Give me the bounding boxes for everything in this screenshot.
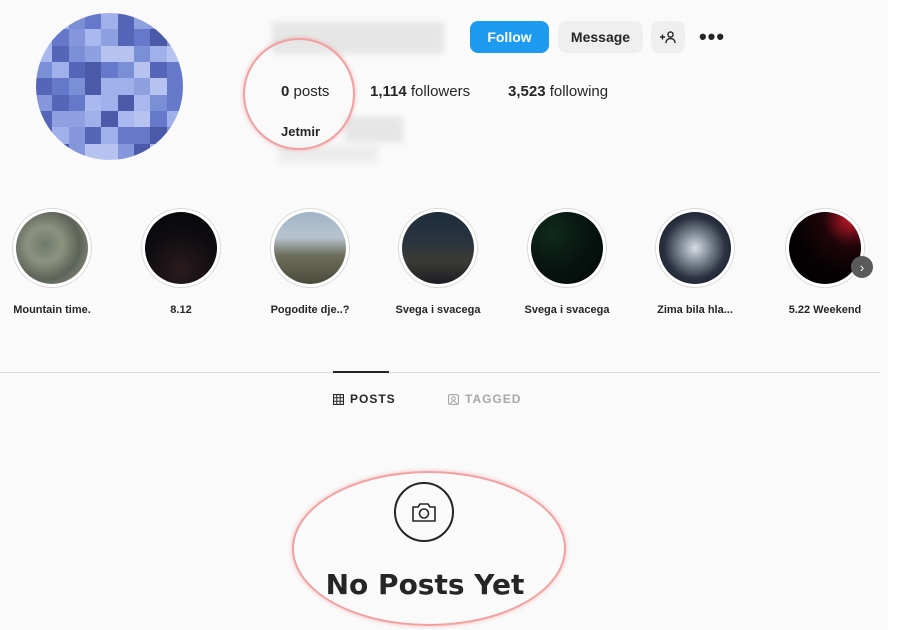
annotation-circle-posts: [243, 38, 355, 150]
follow-button[interactable]: Follow: [470, 21, 549, 53]
highlight-ring: [270, 208, 350, 288]
highlight-item[interactable]: 5.22 Weekend: [785, 208, 865, 316]
highlight-ring: [12, 208, 92, 288]
profile-avatar[interactable]: [36, 13, 183, 160]
add-user-icon: [660, 31, 676, 44]
highlight-item[interactable]: Mountain time.: [12, 208, 92, 316]
message-button[interactable]: Message: [558, 21, 643, 53]
tab-active-indicator: [333, 371, 389, 373]
followers-count-label: followers: [410, 83, 471, 100]
highlight-item[interactable]: Svega i svacega: [524, 208, 610, 316]
camera-icon: [412, 503, 436, 522]
page-edge: [888, 0, 900, 630]
highlights-next-button[interactable]: ›: [851, 256, 873, 278]
tagged-icon: [448, 393, 459, 405]
empty-state-title: No Posts Yet: [325, 568, 525, 601]
highlight-ring: [527, 208, 607, 288]
highlight-cover: [402, 212, 474, 284]
highlight-label: 5.22 Weekend: [788, 304, 862, 316]
tab-tagged-label: TAGGED: [465, 392, 522, 406]
following-count-label: following: [549, 83, 609, 100]
tab-posts[interactable]: POSTS: [333, 392, 396, 406]
followers-count[interactable]: 1,114 followers: [370, 83, 470, 100]
highlight-cover: [145, 212, 217, 284]
highlight-cover: [16, 212, 88, 284]
bio-blurred: [345, 117, 403, 143]
grid-icon: [333, 393, 344, 405]
add-user-button[interactable]: [651, 21, 685, 53]
highlight-label: Mountain time.: [13, 304, 91, 316]
highlight-label: Zima bila hla...: [657, 304, 733, 316]
highlight-cover: [659, 212, 731, 284]
followers-count-value: 1,114: [370, 83, 407, 100]
highlight-item[interactable]: Zima bila hla...: [655, 208, 735, 316]
tabs-divider: [0, 372, 880, 373]
tab-posts-label: POSTS: [350, 392, 396, 406]
tab-tagged[interactable]: TAGGED: [448, 392, 521, 406]
highlight-item[interactable]: 8.12: [141, 208, 221, 316]
highlight-label: Svega i svacega: [395, 304, 481, 316]
highlight-item[interactable]: Svega i svacega: [395, 208, 481, 316]
chevron-right-icon: ›: [859, 259, 865, 275]
highlight-label: Svega i svacega: [524, 304, 610, 316]
highlight-cover: [531, 212, 603, 284]
highlight-label: Pogodite dje..?: [270, 304, 350, 316]
highlight-ring: [398, 208, 478, 288]
highlight-ring: [141, 208, 221, 288]
highlight-item[interactable]: Pogodite dje..?: [270, 208, 350, 316]
following-count[interactable]: 3,523 following: [508, 83, 608, 100]
highlight-cover: [789, 212, 861, 284]
highlight-cover: [274, 212, 346, 284]
more-options-button[interactable]: •••: [694, 21, 730, 53]
highlight-ring: [785, 208, 865, 288]
empty-state-camera: [394, 482, 454, 542]
more-icon: •••: [698, 24, 726, 49]
highlight-ring: [655, 208, 735, 288]
highlight-label: 8.12: [170, 304, 192, 316]
following-count-value: 3,523: [508, 83, 546, 100]
